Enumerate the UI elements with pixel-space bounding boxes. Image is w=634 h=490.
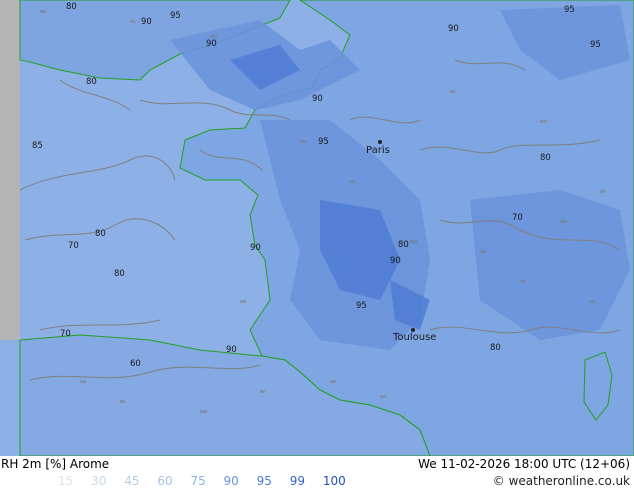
map-footer: RH 2m [%] Arome We 11-02-2026 18:00 UTC … <box>0 456 634 490</box>
map-frame: Paris Toulouse 80 90 95 80 90 85 70 80 9… <box>0 0 634 490</box>
contour-label: 90 <box>250 243 261 253</box>
city-label: Paris <box>366 145 390 156</box>
legend-value: 60 <box>157 474 173 488</box>
valid-time: We 11-02-2026 18:00 UTC (12+06) <box>418 457 630 471</box>
contour-label: 95 <box>590 40 601 50</box>
contour-label: 80 <box>66 2 77 12</box>
contour-label: 90 <box>448 24 459 34</box>
contour-label: 95 <box>564 5 575 15</box>
legend-value: 45 <box>124 474 140 488</box>
contour-label: 80 <box>490 343 501 353</box>
legend-value: 99 <box>289 474 306 488</box>
contour-label: 90 <box>141 17 152 27</box>
contour-label: 80 <box>86 77 97 87</box>
contour-label: 80 <box>114 269 125 279</box>
legend-value: 100 <box>322 474 346 488</box>
contour-label: 90 <box>312 94 323 104</box>
color-legend: 15 30 45 60 75 90 95 99 100 <box>58 474 360 488</box>
legend-value: 30 <box>91 474 107 488</box>
product-label: RH 2m [%] Arome <box>1 457 110 471</box>
legend-value: 75 <box>190 474 206 488</box>
contour-label: 80 <box>398 240 409 250</box>
map-edge-strip <box>0 0 20 340</box>
legend-value: 90 <box>223 474 239 488</box>
contour-label: 70 <box>60 329 71 339</box>
contour-label: 85 <box>32 141 43 151</box>
contour-label: 80 <box>540 153 551 163</box>
contour-label: 60 <box>130 359 141 369</box>
copyright-link[interactable]: © weatheronline.co.uk <box>493 474 630 488</box>
legend-value: 95 <box>256 474 272 488</box>
city-label: Toulouse <box>392 332 436 343</box>
legend-value: 15 <box>58 474 74 488</box>
city-dot <box>378 140 382 144</box>
contour-label: 70 <box>512 213 523 223</box>
contour-label: 90 <box>390 256 401 266</box>
contour-label: 95 <box>356 301 367 311</box>
contour-label: 90 <box>226 345 237 355</box>
weather-map: Paris Toulouse 80 90 95 80 90 85 70 80 9… <box>0 0 634 456</box>
contour-label: 95 <box>170 11 181 21</box>
contour-label: 70 <box>68 241 79 251</box>
contour-label: 90 <box>206 39 217 49</box>
contour-label: 95 <box>318 137 329 147</box>
contour-label: 80 <box>95 229 106 239</box>
